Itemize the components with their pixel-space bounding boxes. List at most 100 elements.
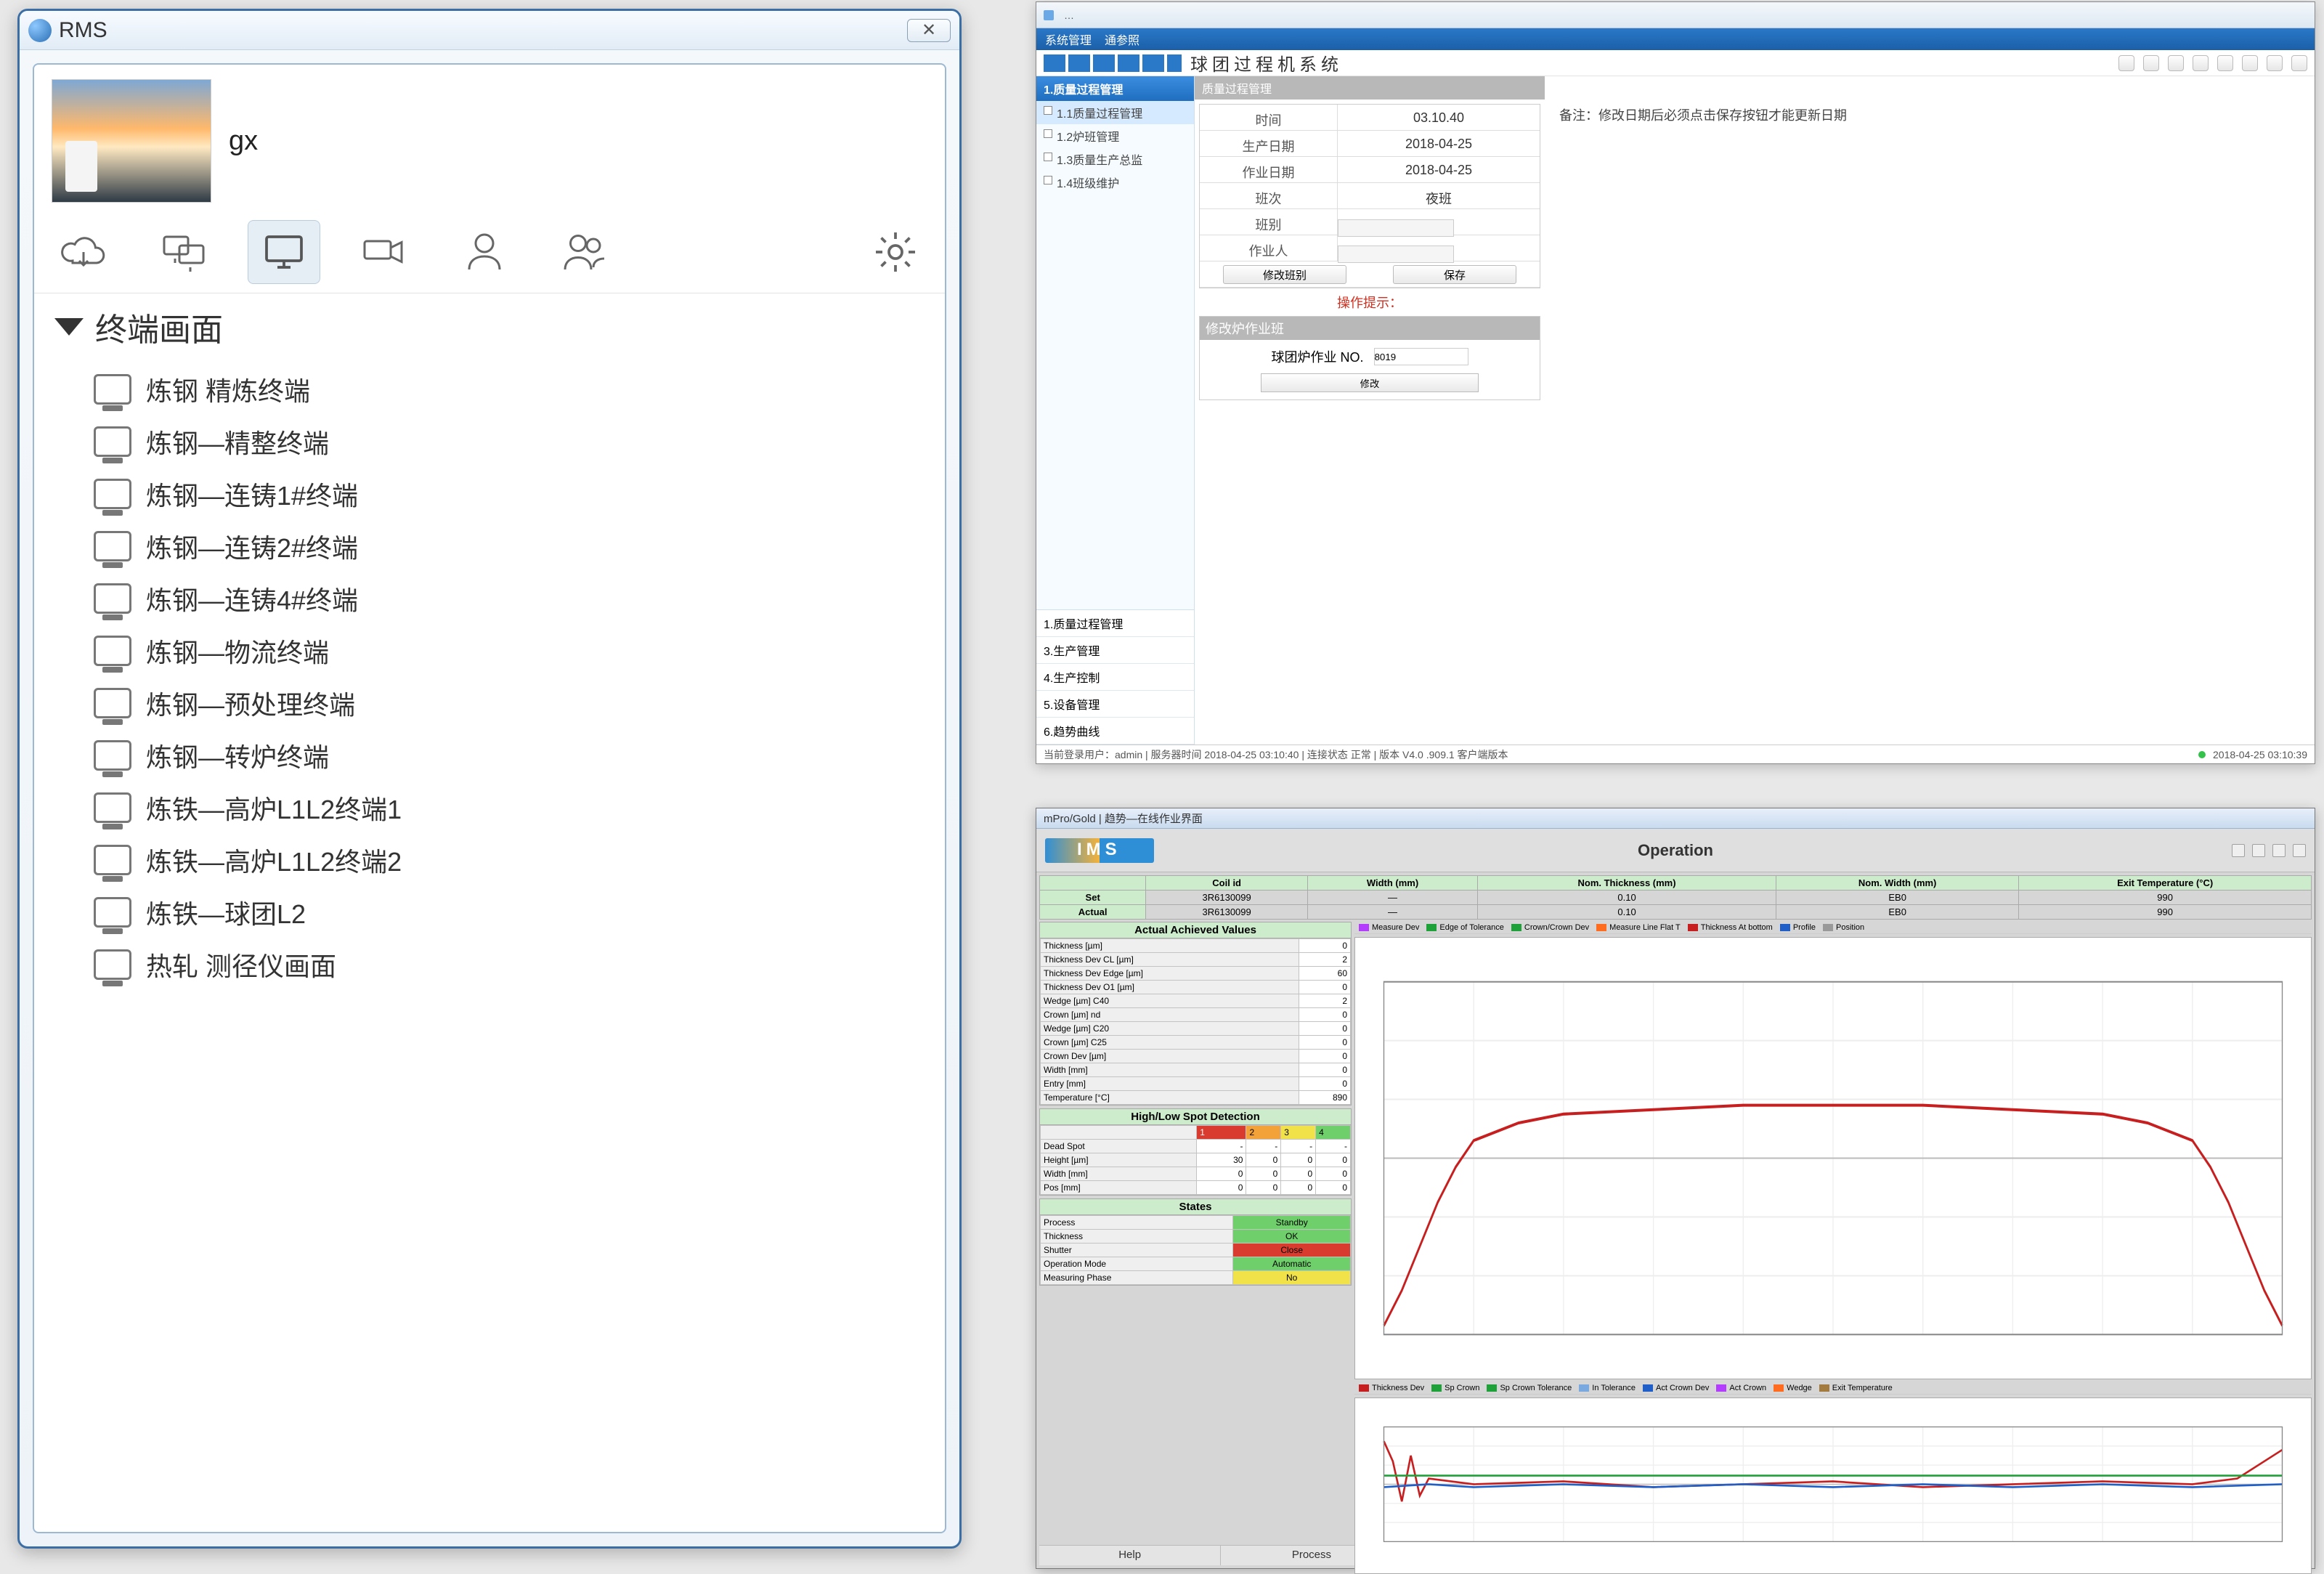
legend-swatch <box>1716 1384 1726 1392</box>
states-section: States Process StandbyThickness OKShutte… <box>1039 1198 1352 1286</box>
terminal-item[interactable]: 炼钢—预处理终端 <box>54 677 925 729</box>
tab-reference[interactable]: 通参照 <box>1105 31 1139 48</box>
legend-item: Wedge <box>1774 1384 1812 1392</box>
rms-userbar: gx <box>34 65 945 217</box>
browser-tab-icon <box>1044 10 1054 20</box>
save-button[interactable]: 保存 <box>1393 265 1516 284</box>
state-label: Measuring Phase <box>1041 1271 1233 1285</box>
sidebar-tree-item[interactable]: 1.4班级维护 <box>1036 171 1194 194</box>
legend-swatch <box>1359 924 1369 931</box>
hl-cell: 0 <box>1281 1181 1316 1195</box>
sidebar-category-item[interactable]: 1.质量过程管理 <box>1036 610 1194 637</box>
terminal-item[interactable]: 炼铁—高炉L1L2终端2 <box>54 834 925 886</box>
tree-toggle[interactable]: 终端画面 <box>54 304 925 350</box>
sidebar-category-item[interactable]: 5.设备管理 <box>1036 691 1194 718</box>
person-icon[interactable] <box>448 220 521 284</box>
gear-icon[interactable] <box>859 220 932 284</box>
avatar <box>52 79 211 203</box>
furnace-label: 球团炉作业 NO. <box>1271 347 1363 366</box>
sidebar-tree-item[interactable]: 1.3质量生产总监 <box>1036 147 1194 171</box>
exit-icon[interactable] <box>2291 55 2307 71</box>
process-main: 质量过程管理 时间03.10.40生产日期2018-04-25作业日期2018-… <box>1195 76 2315 745</box>
legend-item: Sp Crown Tolerance <box>1487 1384 1572 1392</box>
legend-swatch <box>1579 1384 1589 1392</box>
legend-label: Act Crown <box>1729 1384 1766 1392</box>
print-icon[interactable] <box>2143 55 2159 71</box>
sidebar-category-item[interactable]: 4.生产控制 <box>1036 664 1194 691</box>
trend-chart-legend: Thickness Dev Sp Crown Sp Crown Toleranc… <box>1354 1382 2312 1395</box>
sidebar-tree-item[interactable]: 1.1质量过程管理 <box>1036 101 1194 124</box>
hl-cell: 0 <box>1316 1167 1351 1181</box>
monitor-icon <box>94 740 131 771</box>
legend-item: Measure Line Flat T <box>1596 923 1681 932</box>
metric-label: Temperature [°C] <box>1041 1091 1299 1105</box>
sidebar-category-item[interactable]: 3.生产管理 <box>1036 637 1194 664</box>
sidebar-group-header[interactable]: 1.质量过程管理 <box>1036 76 1194 101</box>
header-icon-2[interactable] <box>2252 844 2265 857</box>
metric-label: Wedge [µm] C20 <box>1041 1022 1299 1036</box>
form-note: 备注：修改日期后必须点击保存按钮才能更新日期 <box>1559 105 1847 124</box>
terminal-item[interactable]: 炼钢—连铸1#终端 <box>54 468 925 520</box>
profile-chart <box>1354 937 2312 1379</box>
tree-header-label: 终端画面 <box>95 304 223 350</box>
refresh-icon[interactable] <box>2168 55 2184 71</box>
metric-value: 0 <box>1299 981 1351 994</box>
settings-icon[interactable] <box>2217 55 2233 71</box>
form-value: 03.10.40 <box>1338 105 1540 130</box>
terminal-item[interactable]: 炼钢—转炉终端 <box>54 729 925 782</box>
monitor-active-icon[interactable] <box>248 220 320 284</box>
legend-label: Act Crown Dev <box>1656 1384 1709 1392</box>
people-icon[interactable] <box>548 220 621 284</box>
hl-cell: 0 <box>1197 1181 1246 1195</box>
camera-icon[interactable] <box>348 220 420 284</box>
header-icon-1[interactable] <box>2232 844 2245 857</box>
terminal-item[interactable]: 炼铁—球团L2 <box>54 886 925 938</box>
furnace-no-input[interactable] <box>1374 348 1468 365</box>
form-label: 作业人 <box>1200 235 1338 261</box>
modify-furnace-button[interactable]: 修改 <box>1261 373 1479 392</box>
hl-cell: 0 <box>1246 1181 1281 1195</box>
legend-label: Thickness Dev <box>1372 1384 1424 1392</box>
terminal-item[interactable]: 炼钢 精炼终端 <box>54 363 925 415</box>
monitor-icon <box>94 688 131 718</box>
tab-system-manage[interactable]: 系统管理 <box>1045 31 1092 48</box>
close-button[interactable]: ✕ <box>907 19 951 42</box>
table-cell: — <box>1307 891 1477 905</box>
state-value: Standby <box>1233 1216 1351 1230</box>
terminal-item[interactable]: 炼钢—连铸4#终端 <box>54 572 925 625</box>
help-icon[interactable] <box>2267 55 2283 71</box>
rms-title: RMS <box>59 18 907 43</box>
table-row-label: Actual <box>1040 905 1146 920</box>
terminal-item[interactable]: 炼钢—物流终端 <box>54 625 925 677</box>
form-select[interactable] <box>1338 219 1454 237</box>
form-select[interactable] <box>1338 246 1454 263</box>
user-icon[interactable] <box>2242 55 2258 71</box>
terminal-label: 炼钢—连铸2#终端 <box>146 527 358 565</box>
form-label: 班别 <box>1200 209 1338 235</box>
legend-item: In Tolerance <box>1579 1384 1636 1392</box>
home-icon[interactable] <box>2118 55 2134 71</box>
terminal-item[interactable]: 炼钢—连铸2#终端 <box>54 520 925 572</box>
sidebar-tree-item[interactable]: 1.2炉班管理 <box>1036 124 1194 147</box>
terminal-item[interactable]: 热轧 测径仪画面 <box>54 938 925 991</box>
terminal-item[interactable]: 炼铁—高炉L1L2终端1 <box>54 782 925 834</box>
form-value: 2018-04-25 <box>1338 157 1540 182</box>
table-header: Nom. Width (mm) <box>1776 876 2019 891</box>
monitors-icon[interactable] <box>147 220 220 284</box>
left-column: Actual Achieved Values Thickness [µm] 0T… <box>1039 922 1352 1379</box>
header-icon-4[interactable] <box>2293 844 2306 857</box>
hl-cell: 0 <box>1281 1167 1316 1181</box>
high-low-section: High/Low Spot Detection 1234Dead Spot---… <box>1039 1108 1352 1196</box>
bottom-tab[interactable]: Help <box>1039 1546 1221 1565</box>
form-label: 作业日期 <box>1200 157 1338 182</box>
process-sidebar: 1.质量过程管理 1.1质量过程管理1.2炉班管理1.3质量生产总监1.4班级维… <box>1036 76 1195 745</box>
sidebar-category-item[interactable]: 6.趋势曲线 <box>1036 718 1194 745</box>
metric-label: Entry [mm] <box>1041 1077 1299 1091</box>
terminal-item[interactable]: 炼钢—精整终端 <box>54 415 925 468</box>
cloud-icon[interactable] <box>47 220 120 284</box>
legend-item: Sp Crown <box>1431 1384 1479 1392</box>
header-icon-3[interactable] <box>2272 844 2286 857</box>
copy-icon[interactable] <box>2193 55 2209 71</box>
rms-window: RMS ✕ gx <box>17 9 962 1549</box>
modify-shift-button[interactable]: 修改班别 <box>1223 265 1346 284</box>
